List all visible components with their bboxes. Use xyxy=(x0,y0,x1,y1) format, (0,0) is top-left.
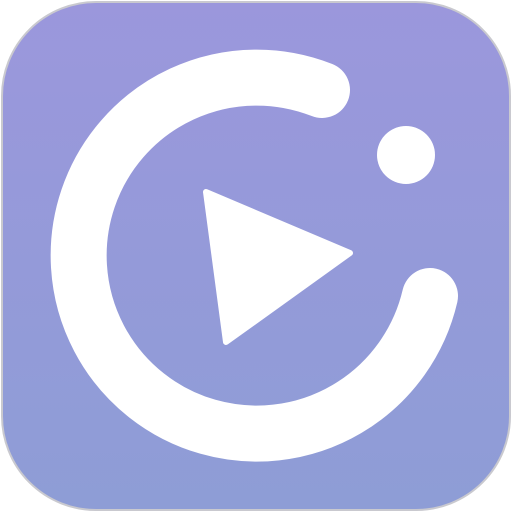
video-player-app-icon[interactable] xyxy=(0,0,512,512)
dot-icon xyxy=(377,126,435,184)
app-icon[interactable] xyxy=(0,0,512,512)
